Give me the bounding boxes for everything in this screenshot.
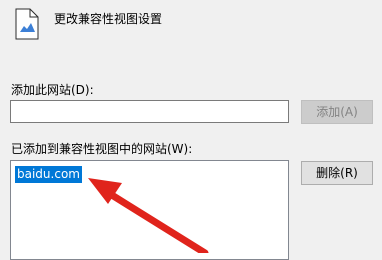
remove-button[interactable]: 删除(R) [301,161,373,185]
list-item[interactable]: baidu.com [15,166,82,183]
dialog-title: 更改兼容性视图设置 [54,12,163,26]
document-settings-icon [15,8,39,40]
site-list-label: 已添加到兼容性视图中的网站(W): [11,142,193,156]
add-site-label: 添加此网站(D): [11,83,94,97]
site-list[interactable]: baidu.com [10,160,289,260]
add-button[interactable]: 添加(A) [301,100,373,124]
add-site-input[interactable] [10,100,289,123]
